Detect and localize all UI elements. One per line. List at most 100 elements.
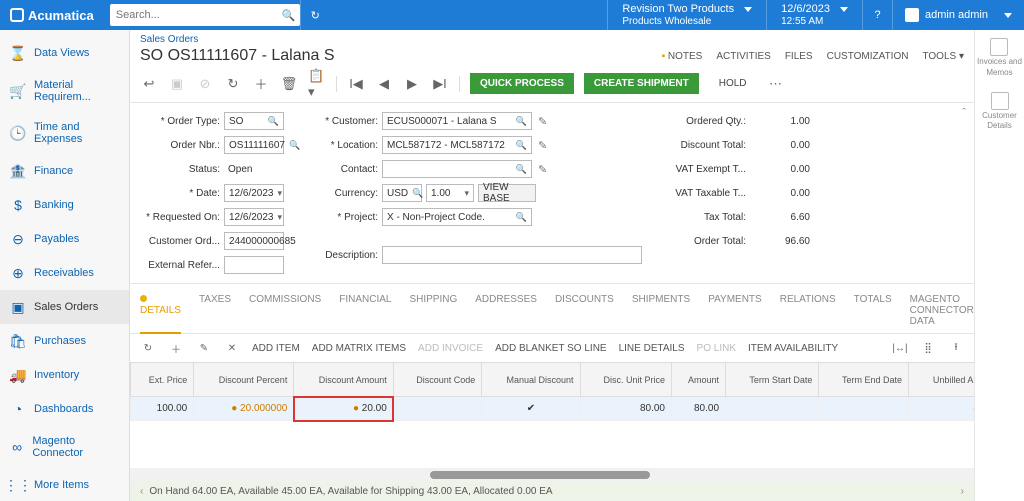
export-icon[interactable]: ⣿	[920, 340, 936, 356]
cell-term-end[interactable]	[819, 397, 909, 421]
tab-relations[interactable]: RELATIONS	[780, 294, 836, 327]
project-field[interactable]: X - Non-Project Code.🔍	[382, 208, 532, 226]
chevron-left-icon[interactable]: ‹	[140, 486, 143, 497]
tab-addresses[interactable]: ADDRESSES	[475, 294, 537, 327]
tab-discounts[interactable]: DISCOUNTS	[555, 294, 614, 327]
back-icon[interactable]: ↩	[140, 75, 158, 93]
tools-button[interactable]: TOOLS ▾	[922, 51, 964, 62]
customization-button[interactable]: CUSTOMIZATION	[827, 51, 909, 62]
activities-button[interactable]: ACTIVITIES	[716, 51, 770, 62]
sidebar-item-receivables[interactable]: ⊕Receivables	[0, 256, 129, 290]
customer-field[interactable]: ECUS000071 - Lalana S🔍	[382, 112, 532, 130]
cell-unbilled-amount[interactable]: 80.00	[909, 397, 975, 421]
collapse-icon[interactable]: ˆ	[962, 107, 966, 119]
details-grid[interactable]: Ext. PriceDiscount PercentDiscount Amoun…	[130, 362, 974, 468]
sidebar-item-inventory[interactable]: 🚚Inventory	[0, 358, 129, 392]
cell-discount-percent[interactable]: ● 20.000000	[194, 397, 294, 421]
column-header[interactable]: Term Start Date	[726, 363, 819, 397]
sidebar-item-material-requirem-[interactable]: 🛒Material Requirem...	[0, 70, 129, 112]
column-header[interactable]: Disc. Unit Price	[580, 363, 671, 397]
tab-payments[interactable]: PAYMENTS	[708, 294, 762, 327]
grid-delete-icon[interactable]: ✕	[224, 340, 240, 356]
invoices-memos-link[interactable]: Invoices and Memos	[977, 38, 1022, 78]
sidebar-item-time-and-expenses[interactable]: 🕒Time and Expenses	[0, 112, 129, 154]
requested-on-field[interactable]: 12/6/2023▾	[224, 208, 284, 226]
view-base-button[interactable]: VIEW BASE	[478, 184, 536, 202]
table-row[interactable]: 100.00 ● 20.000000 ● 20.00 ✔ 80.00 80.00…	[131, 397, 975, 421]
ext-ref-field[interactable]	[224, 256, 284, 274]
pencil-icon[interactable]: ✎	[538, 139, 547, 152]
add-blanket-button[interactable]: ADD BLANKET SO LINE	[495, 343, 607, 354]
location-field[interactable]: MCL587172 - MCL587172🔍	[382, 136, 532, 154]
chevron-right-icon[interactable]: ›	[961, 486, 964, 497]
tab-commissions[interactable]: COMMISSIONS	[249, 294, 321, 327]
column-config-icon[interactable]: |↔|	[892, 340, 908, 356]
add-item-button[interactable]: ADD ITEM	[252, 343, 300, 354]
tab-financial[interactable]: FINANCIAL	[339, 294, 391, 327]
notes-button[interactable]: ▪ NOTES	[662, 51, 703, 62]
files-button[interactable]: FILES	[785, 51, 813, 62]
delete-icon[interactable]: 🗑	[280, 75, 298, 93]
date-field[interactable]: 12/6/2023▾	[224, 184, 284, 202]
cell-manual-discount[interactable]: ✔	[482, 397, 580, 421]
more-icon[interactable]: ⋯	[767, 75, 785, 93]
column-header[interactable]: Ext. Price	[131, 363, 194, 397]
save-icon[interactable]: ▣	[168, 75, 186, 93]
cell-term-start[interactable]	[726, 397, 819, 421]
sidebar-item-finance[interactable]: 🏦Finance	[0, 154, 129, 188]
sidebar-item-magento-connector[interactable]: ∞Magento Connector	[0, 426, 129, 468]
customer-details-link[interactable]: Customer Details	[982, 92, 1017, 132]
search-input[interactable]	[110, 9, 278, 21]
column-header[interactable]: Term End Date	[819, 363, 909, 397]
order-type-field[interactable]: SO🔍	[224, 112, 284, 130]
currency-rate-field[interactable]: 1.00▾	[426, 184, 474, 202]
tab-shipments[interactable]: SHIPMENTS	[632, 294, 690, 327]
tab-taxes[interactable]: TAXES	[199, 294, 231, 327]
sidebar-item-data-views[interactable]: ⌛Data Views	[0, 36, 129, 70]
add-icon[interactable]: ＋	[252, 75, 270, 93]
sidebar-item-banking[interactable]: $Banking	[0, 188, 129, 222]
hold-button[interactable]: HOLD	[709, 73, 757, 94]
column-header[interactable]: Unbilled Amount	[909, 363, 975, 397]
item-availability-button[interactable]: ITEM AVAILABILITY	[748, 343, 838, 354]
add-matrix-button[interactable]: ADD MATRIX ITEMS	[312, 343, 406, 354]
global-search[interactable]: 🔍	[110, 4, 300, 26]
tab-details[interactable]: DETAILS	[140, 294, 181, 327]
sidebar-item-payables[interactable]: ⊖Payables	[0, 222, 129, 256]
column-header[interactable]: Discount Amount	[294, 363, 393, 397]
grid-add-icon[interactable]: ＋	[168, 340, 184, 356]
pencil-icon[interactable]: ✎	[538, 163, 547, 176]
sidebar-item-sales-orders[interactable]: ▣Sales Orders	[0, 290, 129, 324]
next-icon[interactable]: ▶	[403, 75, 421, 93]
description-field[interactable]	[382, 246, 642, 264]
tab-shipping[interactable]: SHIPPING	[409, 294, 457, 327]
cell-ext-price[interactable]: 100.00	[131, 397, 194, 421]
quick-process-button[interactable]: QUICK PROCESS	[470, 73, 574, 94]
column-header[interactable]: Amount	[671, 363, 725, 397]
tab-totals[interactable]: TOTALS	[854, 294, 892, 327]
cell-discount-code[interactable]	[393, 397, 481, 421]
cell-discount-amount[interactable]: ● 20.00	[294, 397, 393, 421]
tab-magento-connector-data[interactable]: MAGENTO CONNECTOR DATA	[910, 294, 974, 327]
sidebar-item-purchases[interactable]: 🛍Purchases	[0, 324, 129, 358]
refresh-icon[interactable]: ↻	[224, 75, 242, 93]
scrollbar-thumb[interactable]	[430, 471, 650, 479]
order-nbr-field[interactable]: OS11111607🔍	[224, 136, 284, 154]
sidebar-item-more-items[interactable]: ⋮⋮More Items	[0, 468, 129, 501]
column-header[interactable]: Manual Discount	[482, 363, 580, 397]
column-header[interactable]: Discount Percent	[194, 363, 294, 397]
pencil-icon[interactable]: ✎	[538, 115, 547, 128]
currency-field[interactable]: USD🔍	[382, 184, 422, 202]
clipboard-icon[interactable]: 📋▾	[308, 75, 326, 93]
help-icon[interactable]: ?	[862, 0, 892, 30]
tenant-selector[interactable]: Revision Two Products Products Wholesale	[607, 0, 766, 30]
customer-order-field[interactable]: 244000000685	[224, 232, 284, 250]
prev-icon[interactable]: ◀	[375, 75, 393, 93]
search-icon[interactable]: 🔍	[278, 0, 300, 30]
refresh-icon[interactable]: ↻	[300, 0, 330, 30]
brand-logo[interactable]: Acumatica	[0, 8, 104, 23]
line-details-button[interactable]: LINE DETAILS	[619, 343, 685, 354]
create-shipment-button[interactable]: CREATE SHIPMENT	[584, 73, 699, 94]
cell-amount[interactable]: 80.00	[671, 397, 725, 421]
grid-edit-icon[interactable]: ✎	[196, 340, 212, 356]
